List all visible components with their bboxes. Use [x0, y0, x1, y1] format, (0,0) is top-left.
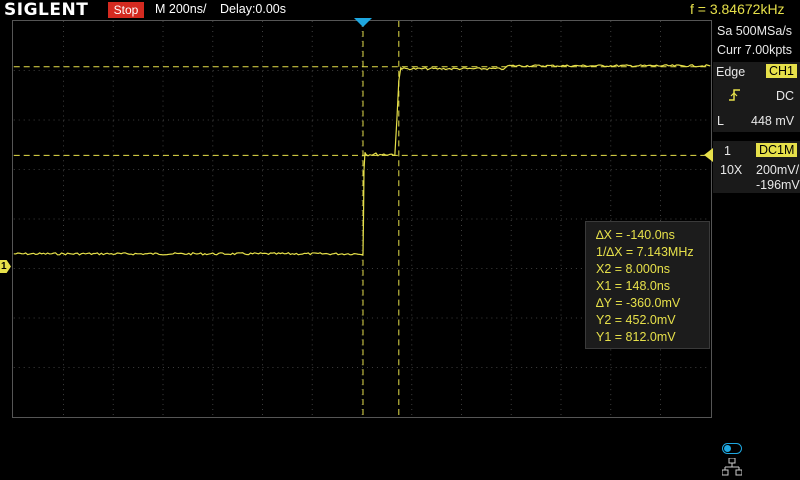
- trigger-level: 448 mV: [751, 114, 795, 128]
- probe-attenuation: 10X: [720, 163, 743, 177]
- siglent-logo: SIGLENT: [4, 0, 89, 20]
- cursor-y2: Y2 = 452.0mV: [596, 313, 676, 327]
- waveform-display[interactable]: [12, 20, 712, 418]
- cursor-readout-panel: ∆X = -140.0ns 1/∆X = 7.143MHz X2 = 8.000…: [585, 221, 710, 349]
- trigger-coupling: DC: [776, 89, 795, 103]
- cursor-delta-y: ∆Y = -360.0mV: [596, 296, 681, 310]
- rising-edge-icon: [728, 88, 742, 105]
- delay-readout[interactable]: Delay:0.00s: [220, 2, 286, 16]
- trigger-position-marker[interactable]: [354, 18, 372, 27]
- trigger-level-marker[interactable]: [704, 148, 713, 162]
- cursor-delta-x: ∆X = -140.0ns: [596, 228, 675, 242]
- cursor-y1: Y1 = 812.0mV: [596, 330, 676, 344]
- channel-number: 1: [724, 144, 731, 158]
- timebase-readout[interactable]: M 200ns/: [155, 2, 206, 16]
- run-stop-badge[interactable]: Stop: [108, 2, 144, 18]
- toggle-icon[interactable]: [722, 443, 742, 454]
- trigger-type: Edge: [716, 65, 746, 79]
- memory-depth: Curr 7.00kpts: [717, 43, 793, 57]
- grid-lines: [13, 21, 711, 417]
- trigger-mode: L: [717, 114, 724, 128]
- sample-rate: Sa 500MSa/s: [717, 24, 793, 38]
- vertical-scale: 200mV/: [756, 163, 800, 177]
- cursor-inv-delta-x: 1/∆X = 7.143MHz: [596, 245, 694, 259]
- channel-coupling[interactable]: DC1M: [756, 143, 798, 157]
- vertical-offset: -196mV: [756, 178, 800, 192]
- ch1-ground-label: 1: [1, 261, 7, 272]
- cursor-x1: X1 = 148.0ns: [596, 279, 671, 293]
- cursor-x2: X2 = 8.000ns: [596, 262, 671, 276]
- frequency-counter: f = 3.84672kHz: [690, 1, 785, 17]
- trigger-source[interactable]: CH1: [766, 64, 798, 78]
- network-icon[interactable]: [722, 458, 742, 476]
